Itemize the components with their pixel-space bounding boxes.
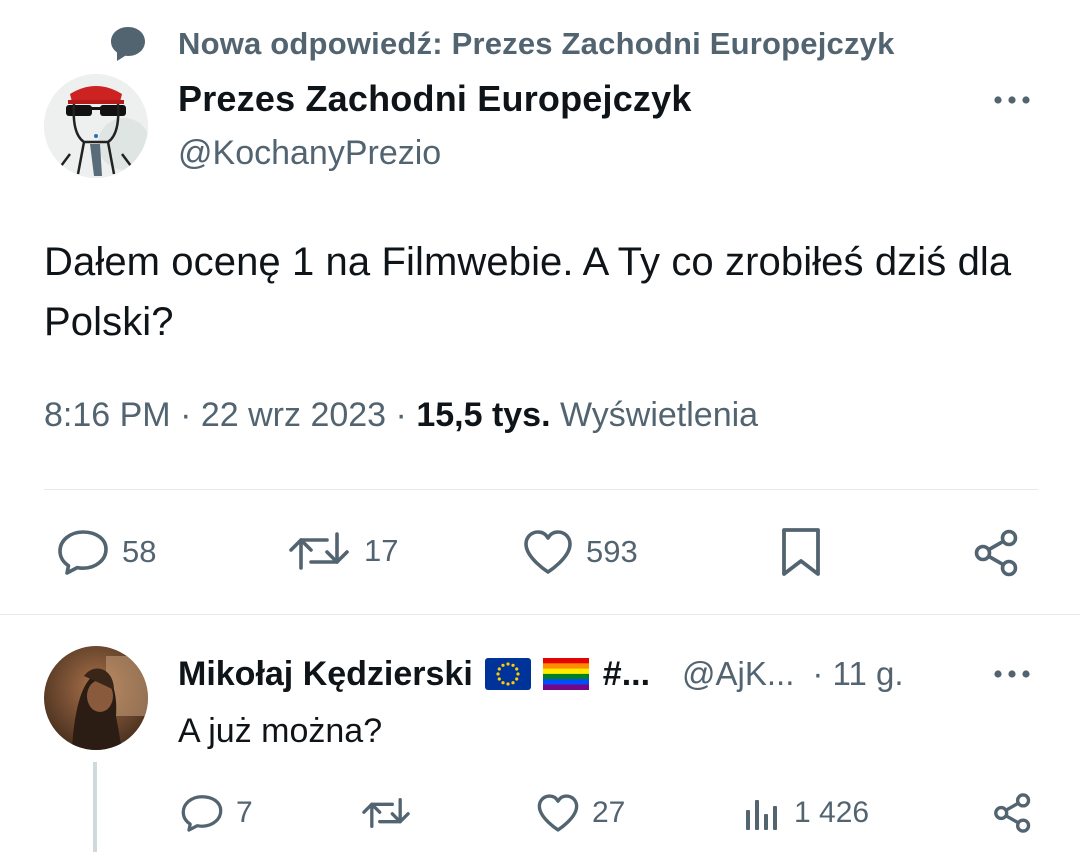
more-options-button[interactable] <box>990 86 1034 114</box>
retweet-count: 17 <box>364 533 399 568</box>
rainbow-flag-icon <box>542 658 589 690</box>
tweet-text: Dałem ocenę 1 na Filmwebie. A Ty co zrob… <box>44 240 1012 344</box>
meta-separator: · <box>395 396 407 434</box>
reply-like-count: 27 <box>592 796 626 829</box>
reply-views-button[interactable]: 1 426 <box>744 794 869 832</box>
comment-icon <box>58 530 108 575</box>
views-count: 15,5 tys. <box>416 396 551 434</box>
eu-flag-icon <box>484 658 531 690</box>
reply-like-button[interactable]: 27 <box>536 792 625 834</box>
tweet-time[interactable]: 8:16 PM <box>44 396 171 434</box>
like-button[interactable]: 593 <box>522 528 638 576</box>
heart-icon <box>524 530 572 574</box>
reply-text: A już można? <box>178 712 383 750</box>
reply-header: Mikołaj Kędzierski #... @AjK... · 11 g. <box>178 652 904 696</box>
thread-line <box>93 762 97 852</box>
share-icon <box>974 529 1018 577</box>
retweet-icon <box>289 532 349 570</box>
author-name[interactable]: Prezes Zachodni Europejczyk <box>178 78 692 120</box>
reply-age[interactable]: · 11 g. <box>812 655 903 693</box>
reply-retweet-button[interactable] <box>360 794 424 832</box>
divider <box>0 614 1080 615</box>
author-handle[interactable]: @KochanyPrezio <box>178 134 441 173</box>
reply-count: 58 <box>122 534 157 569</box>
reply-views-count: 1 426 <box>794 796 870 829</box>
tweet-date[interactable]: 22 wrz 2023 <box>201 396 386 434</box>
divider <box>44 489 1038 490</box>
tweet-meta: 8:16 PM · 22 wrz 2023 · 15,5 tys. Wyświe… <box>44 396 758 435</box>
more-dots-icon <box>994 96 1030 104</box>
comment-icon <box>181 795 223 832</box>
author-avatar[interactable] <box>44 74 148 178</box>
reply-author-name[interactable]: Mikołaj Kędzierski <box>178 655 473 694</box>
meta-separator: · <box>180 396 192 434</box>
reply-author-avatar[interactable] <box>44 646 148 750</box>
chat-bubble-icon <box>108 24 148 64</box>
reply-reply-count: 7 <box>236 796 253 829</box>
reply-button[interactable]: 58 <box>56 528 156 576</box>
views-label[interactable]: Wyświetlenia <box>560 396 758 434</box>
like-count: 593 <box>586 534 638 569</box>
more-dots-icon <box>994 670 1030 678</box>
reply-name-trail: #... <box>602 654 651 693</box>
reply-notice-text: Nowa odpowiedź: Prezes Zachodni Europejc… <box>178 26 895 61</box>
analytics-icon <box>746 800 777 830</box>
reply-notice[interactable]: Nowa odpowiedź: Prezes Zachodni Europejc… <box>108 22 895 66</box>
retweet-button[interactable]: 17 <box>286 528 398 574</box>
reply-author-handle[interactable]: @AjK... <box>682 655 794 693</box>
reply-more-options-button[interactable] <box>990 660 1034 688</box>
heart-icon <box>537 794 579 832</box>
retweet-icon <box>362 797 410 829</box>
bookmark-button[interactable] <box>780 526 822 578</box>
share-icon <box>994 793 1031 833</box>
reply-reply-button[interactable]: 7 <box>180 792 253 834</box>
reply-share-button[interactable] <box>992 792 1034 834</box>
share-button[interactable] <box>972 528 1022 578</box>
bookmark-icon <box>782 528 820 576</box>
